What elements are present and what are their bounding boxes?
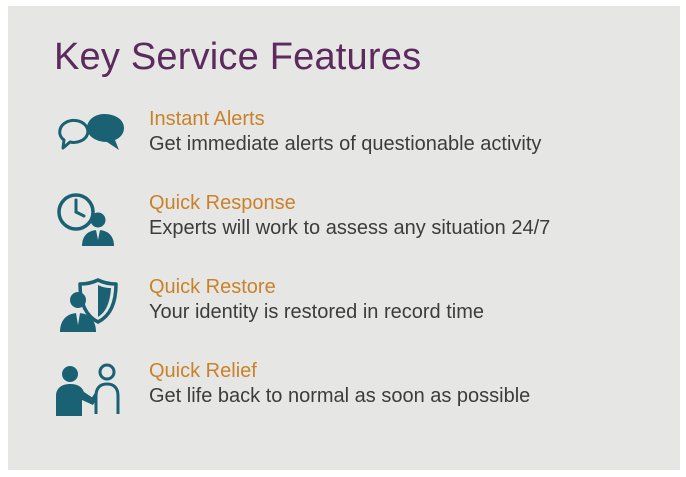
helping-hand-icon bbox=[52, 360, 126, 416]
feature-quick-relief: Quick Relief Get life back to normal as … bbox=[52, 360, 672, 432]
clock-person-icon bbox=[52, 192, 126, 248]
feature-quick-response: Quick Response Experts will work to asse… bbox=[52, 192, 672, 264]
feature-description: Your identity is restored in record time bbox=[149, 301, 484, 323]
feature-title: Quick Response bbox=[149, 192, 296, 214]
chat-bubbles-icon bbox=[52, 108, 126, 164]
page-title: Key Service Features bbox=[54, 36, 422, 78]
feature-description: Experts will work to assess any situatio… bbox=[149, 217, 551, 239]
feature-description: Get life back to normal as soon as possi… bbox=[149, 385, 531, 407]
shield-person-icon bbox=[52, 276, 126, 332]
feature-title: Quick Restore bbox=[149, 276, 276, 298]
feature-title: Instant Alerts bbox=[149, 108, 265, 130]
feature-title: Quick Relief bbox=[149, 360, 257, 382]
feature-quick-restore: Quick Restore Your identity is restored … bbox=[52, 276, 672, 348]
feature-instant-alerts: Instant Alerts Get immediate alerts of q… bbox=[52, 108, 672, 180]
key-features-card: Key Service Features Instant Alerts Get … bbox=[8, 6, 680, 470]
feature-description: Get immediate alerts of questionable act… bbox=[149, 133, 542, 155]
